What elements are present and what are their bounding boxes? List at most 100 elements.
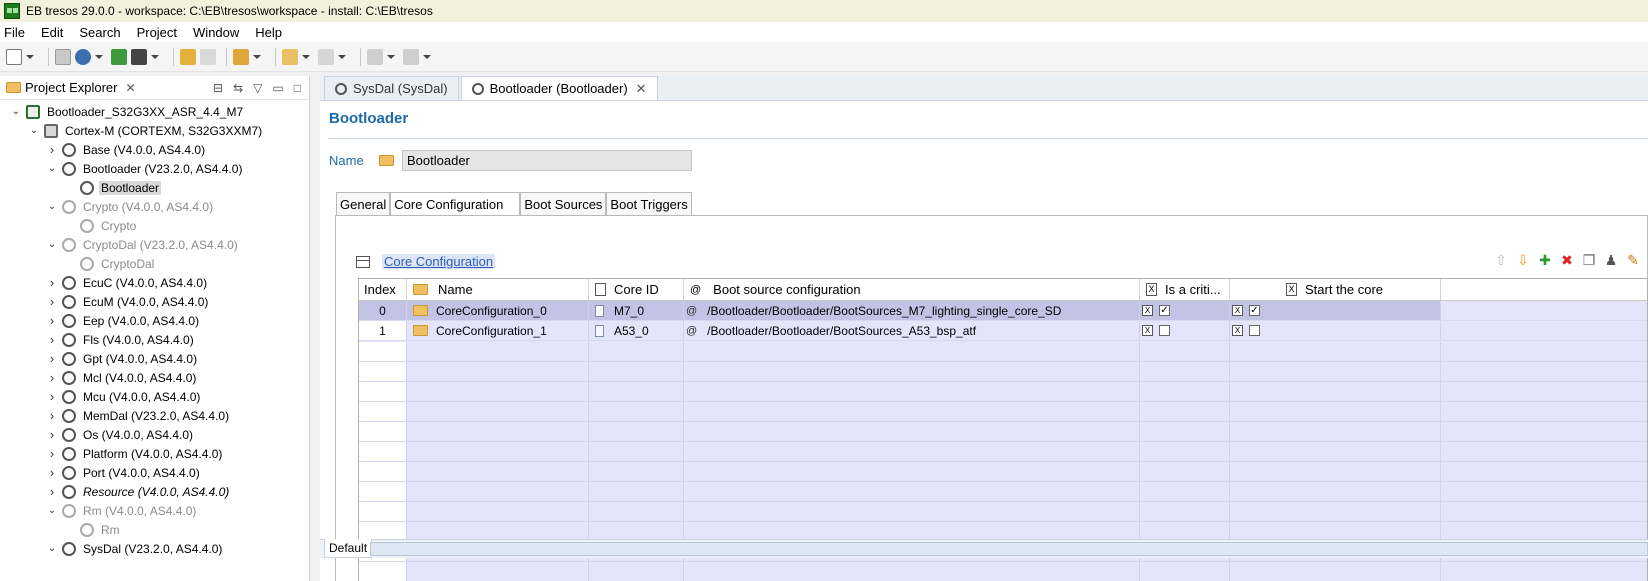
collapse-all-icon[interactable]: ⊟ (213, 81, 223, 95)
header-name[interactable]: Name (407, 279, 589, 300)
row-start-core[interactable]: X (1230, 321, 1441, 340)
menu-edit[interactable]: Edit (41, 25, 63, 40)
critical-checkbox[interactable] (1159, 325, 1170, 336)
row-boot-source[interactable]: @ /Bootloader/Bootloader/BootSources_A53… (684, 321, 1140, 340)
tree-item[interactable]: › EcuC (V4.0.0, AS4.4.0) (0, 273, 310, 292)
tree-item[interactable]: CryptoDal (0, 254, 310, 273)
row-start-core[interactable]: X ✓ (1230, 301, 1441, 320)
wizard-dropdown-icon[interactable] (151, 54, 159, 59)
pin-dropdown-icon[interactable] (253, 54, 261, 59)
forward-dropdown-icon[interactable] (338, 54, 346, 59)
chevron-down-icon[interactable]: ⌄ (46, 543, 58, 554)
tree-item[interactable]: ⌄ CryptoDal (V23.2.0, AS4.4.0) (0, 235, 310, 254)
chevron-right-icon[interactable]: › (46, 427, 58, 442)
row-boot-source[interactable]: @ /Bootloader/Bootloader/BootSources_M7_… (684, 301, 1140, 320)
chevron-down-icon[interactable]: ⌄ (10, 106, 22, 117)
tree-item[interactable]: ⌄ Rm (V4.0.0, AS4.4.0) (0, 501, 310, 520)
redo-icon[interactable] (200, 48, 216, 65)
header-index[interactable]: Index (359, 279, 407, 300)
table-row[interactable]: 1 CoreConfiguration_1 A53_0 @ /Bootloade… (359, 321, 1647, 341)
close-icon[interactable]: ✕ (125, 81, 135, 95)
generate-dropdown-icon[interactable] (95, 54, 103, 59)
wizard-icon[interactable] (131, 48, 147, 65)
tree-item[interactable]: ⌄ Crypto (V4.0.0, AS4.4.0) (0, 197, 310, 216)
tree-item[interactable]: ⌄ Bootloader (V23.2.0, AS4.4.0) (0, 159, 310, 178)
chevron-right-icon[interactable]: › (46, 408, 58, 423)
tree-item[interactable]: › Mcl (V4.0.0, AS4.4.0) (0, 368, 310, 387)
section-title[interactable]: Core Configuration (382, 254, 496, 269)
tree-item[interactable]: Rm (0, 520, 310, 539)
minimize-icon[interactable]: ▭ (272, 81, 283, 95)
menu-window[interactable]: Window (193, 25, 239, 40)
chevron-right-icon[interactable]: › (46, 389, 58, 404)
row-core-id[interactable]: A53_0 (589, 321, 684, 340)
undo-icon[interactable] (180, 48, 196, 65)
navigate-icon[interactable] (367, 48, 383, 65)
move-up-icon[interactable]: ⇧ (1494, 253, 1508, 267)
chevron-right-icon[interactable]: › (46, 370, 58, 385)
chevron-down-icon[interactable]: ⌄ (46, 201, 58, 212)
generate-icon[interactable] (75, 48, 91, 65)
row-core-id[interactable]: M7_0 (589, 301, 684, 320)
tree-item[interactable]: › Port (V4.0.0, AS4.4.0) (0, 463, 310, 482)
start-checkbox[interactable] (1249, 325, 1260, 336)
tree-item[interactable]: › Fls (V4.0.0, AS4.4.0) (0, 330, 310, 349)
chevron-right-icon[interactable]: › (46, 351, 58, 366)
maximize-icon[interactable]: □ (294, 81, 301, 95)
save-icon[interactable] (55, 48, 71, 65)
new-dropdown-icon[interactable] (26, 54, 34, 59)
move-down-icon[interactable]: ⇩ (1516, 253, 1530, 267)
pin-icon[interactable] (233, 48, 249, 65)
tree-item[interactable]: › Platform (V4.0.0, AS4.4.0) (0, 444, 310, 463)
tree-item[interactable]: › Gpt (V4.0.0, AS4.4.0) (0, 349, 310, 368)
tab-default[interactable]: Default (324, 539, 373, 558)
menu-project[interactable]: Project (137, 25, 177, 40)
chevron-right-icon[interactable]: › (46, 142, 58, 157)
row-name[interactable]: CoreConfiguration_0 (407, 301, 589, 320)
tree-item[interactable]: ⌄ Cortex-M (CORTEXM, S32G3XXM7) (0, 121, 310, 140)
forward-icon[interactable] (318, 48, 334, 65)
tab-boot-triggers[interactable]: Boot Triggers (606, 192, 692, 216)
menu-help[interactable]: Help (255, 25, 282, 40)
row-is-critical[interactable]: X (1140, 321, 1230, 340)
close-tab-icon[interactable]: ✕ (636, 81, 647, 97)
chevron-right-icon[interactable]: › (46, 446, 58, 461)
tab-sysdal[interactable]: SysDal (SysDal) (324, 76, 459, 100)
tree-item[interactable]: › Resource (V4.0.0, AS4.4.0) (0, 482, 310, 501)
tab-general[interactable]: General (336, 192, 391, 216)
chevron-down-icon[interactable]: ⌄ (46, 239, 58, 250)
chevron-right-icon[interactable]: › (46, 332, 58, 347)
tree-item[interactable]: › MemDal (V23.2.0, AS4.4.0) (0, 406, 310, 425)
add-icon[interactable]: ✚ (1538, 253, 1552, 267)
tree-item[interactable]: ⌄ Bootloader_S32G3XX_ASR_4.4_M7 (0, 102, 310, 121)
tree-item[interactable]: › Eep (V4.0.0, AS4.4.0) (0, 311, 310, 330)
critical-checkbox[interactable]: ✓ (1159, 305, 1170, 316)
chevron-right-icon[interactable]: › (46, 313, 58, 328)
user-icon[interactable]: ♟ (1604, 253, 1618, 267)
export-icon[interactable] (403, 48, 419, 65)
new-icon[interactable] (6, 48, 22, 65)
tree-item[interactable]: Crypto (0, 216, 310, 235)
edit-icon[interactable]: ✎ (1626, 253, 1640, 267)
tree-item[interactable]: Bootloader (0, 178, 310, 197)
tab-boot-sources[interactable]: Boot Sources (520, 192, 607, 216)
tree-item[interactable]: › Base (V4.0.0, AS4.4.0) (0, 140, 310, 159)
header-start-core[interactable]: X Start the core (1230, 279, 1441, 300)
menu-file[interactable]: File (4, 25, 25, 40)
chevron-down-icon[interactable]: ⌄ (28, 125, 40, 136)
view-menu-icon[interactable]: ▽ (253, 81, 262, 95)
delete-icon[interactable]: ✖ (1560, 253, 1574, 267)
start-checkbox[interactable]: ✓ (1249, 305, 1260, 316)
back-dropdown-icon[interactable] (302, 54, 310, 59)
tab-bootloader[interactable]: Bootloader (Bootloader) ✕ (460, 76, 658, 100)
row-is-critical[interactable]: X ✓ (1140, 301, 1230, 320)
tree-item[interactable]: › Mcu (V4.0.0, AS4.4.0) (0, 387, 310, 406)
header-boot-source[interactable]: @ Boot source configuration (684, 279, 1140, 300)
tree-item[interactable]: › Os (V4.0.0, AS4.4.0) (0, 425, 310, 444)
header-is-critical[interactable]: X Is a criti... (1140, 279, 1230, 300)
row-name[interactable]: CoreConfiguration_1 (407, 321, 589, 340)
chevron-right-icon[interactable]: › (46, 465, 58, 480)
tab-core-configuration[interactable]: Core Configuration (390, 192, 521, 216)
back-icon[interactable] (282, 48, 298, 65)
name-field[interactable]: Bootloader (402, 150, 692, 171)
